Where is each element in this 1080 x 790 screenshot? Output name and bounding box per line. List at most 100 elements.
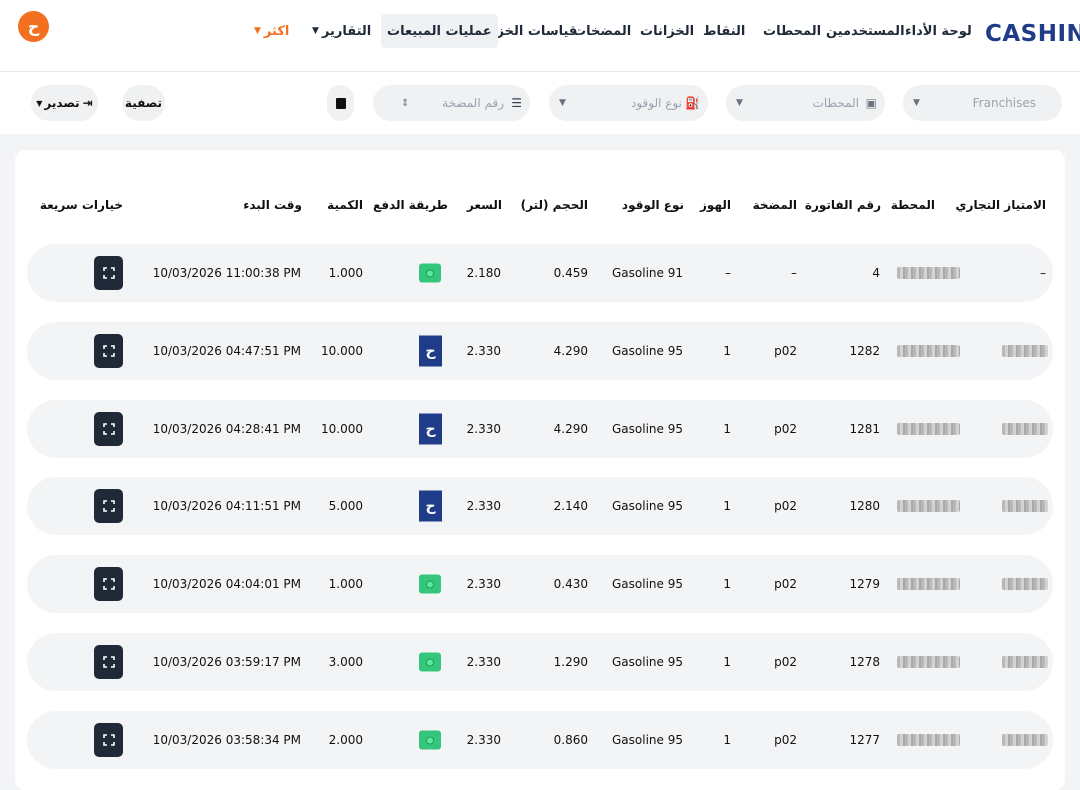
expand-icon — [102, 423, 115, 435]
expand-icon — [102, 656, 115, 668]
cash-payment-icon — [419, 730, 441, 750]
header-station: المحطة — [890, 198, 935, 212]
cell-fuel-type: Gasoline 91 — [612, 266, 683, 280]
expand-icon — [102, 578, 115, 590]
cell-price: 2.330 — [466, 499, 501, 513]
cell-fuel-type: Gasoline 95 — [612, 655, 683, 669]
cell-franchise: – — [1040, 266, 1046, 280]
export-button-label: تصدير — [44, 96, 80, 110]
chevron-down-icon: ▼ — [736, 98, 743, 108]
cell-volume: 0.860 — [553, 733, 588, 747]
cashin-payment-icon: ح — [419, 335, 442, 367]
cell-pump: p02 — [774, 577, 797, 591]
nav-sales-operations[interactable]: عمليات المبيعات — [381, 14, 498, 48]
chevron-down-icon: ▼ — [559, 98, 566, 108]
cell-start-time: 10/03/2026 04:28:41 PM — [152, 422, 301, 436]
cell-quantity: 1.000 — [328, 266, 363, 280]
cell-franchise-redacted — [1002, 500, 1048, 512]
quick-options-button[interactable] — [94, 645, 123, 679]
quick-options-button[interactable] — [94, 489, 123, 523]
top-navigation: CASHIN لوحة الأداء المستخدمين المحطات ال… — [0, 0, 1080, 72]
cell-hose: 1 — [723, 422, 731, 436]
header-hose: الهوز — [700, 198, 731, 212]
cell-price: 2.330 — [466, 733, 501, 747]
quick-options-button[interactable] — [94, 567, 123, 601]
quick-options-button[interactable] — [94, 723, 123, 757]
cell-quantity: 1.000 — [328, 577, 363, 591]
cell-invoice: 4 — [872, 266, 880, 280]
cell-franchise-redacted — [1002, 734, 1048, 746]
quick-options-button[interactable] — [94, 412, 123, 446]
cell-station-redacted — [897, 267, 960, 279]
nav-reports-label: التقارير — [321, 23, 372, 39]
cash-payment-icon — [419, 652, 441, 672]
cell-quantity: 10.000 — [321, 422, 363, 436]
cell-fuel-type: Gasoline 95 — [612, 344, 683, 358]
cell-station-redacted — [897, 423, 960, 435]
cell-quantity: 10.000 — [321, 344, 363, 358]
cell-fuel-type: Gasoline 95 — [612, 422, 683, 436]
export-button[interactable]: ▼ تصدير ⇥ — [31, 85, 98, 121]
cell-price: 2.180 — [466, 266, 501, 280]
cell-station-redacted — [897, 578, 960, 590]
cell-start-time: 10/03/2026 04:11:51 PM — [152, 499, 301, 513]
cell-volume: 2.140 — [553, 499, 588, 513]
cell-hose: 1 — [723, 733, 731, 747]
nav-pumps[interactable]: المضخات — [573, 14, 631, 48]
nav-more[interactable]: ▼ اكثر — [254, 14, 289, 48]
quick-options-button[interactable] — [94, 334, 123, 368]
pump-number-input[interactable]: ⇕ رقم المضخة ☰ — [373, 85, 530, 121]
header-price: السعر — [466, 198, 502, 212]
cell-volume: 4.290 — [553, 422, 588, 436]
cashin-logo[interactable]: CASHIN — [985, 21, 1080, 47]
header-franchise: الامتياز التجاري — [955, 198, 1046, 212]
nav-reports[interactable]: ▼ التقارير — [312, 14, 371, 48]
cell-volume: 4.290 — [553, 344, 588, 358]
calendar-icon — [335, 97, 346, 109]
quick-options-button[interactable] — [94, 256, 123, 290]
cell-hose: 1 — [723, 655, 731, 669]
expand-icon — [102, 345, 115, 357]
nav-points[interactable]: النقاط — [703, 14, 745, 48]
expand-icon — [102, 267, 115, 279]
cell-volume: 0.459 — [553, 266, 588, 280]
fuel-type-select-label: نوع الوقود — [631, 96, 682, 110]
cash-payment-icon — [419, 263, 441, 283]
nav-dashboard[interactable]: لوحة الأداء — [905, 14, 972, 48]
header-invoice: رقم الفاتورة — [804, 198, 881, 212]
cash-payment-icon — [419, 574, 441, 594]
nav-tanks[interactable]: الخزانات — [640, 14, 694, 48]
cell-pump: p02 — [774, 499, 797, 513]
header-fuel-type: نوع الوقود — [621, 198, 684, 212]
date-picker-button[interactable] — [327, 85, 354, 121]
cell-hose: – — [725, 266, 731, 280]
cell-station-redacted — [897, 500, 960, 512]
stations-select-label: المحطات — [812, 96, 859, 110]
fuel-pump-icon: ⛽ — [685, 96, 700, 110]
cell-invoice: 1282 — [849, 344, 880, 358]
franchises-select[interactable]: ▼ Franchises — [903, 85, 1062, 121]
stations-select[interactable]: ▼ المحطات ▣ — [726, 85, 885, 121]
nav-stations[interactable]: المحطات — [763, 14, 821, 48]
cell-price: 2.330 — [466, 577, 501, 591]
cell-pump: – — [791, 266, 797, 280]
nav-users[interactable]: المستخدمين — [826, 14, 905, 48]
cell-price: 2.330 — [466, 344, 501, 358]
chevron-down-icon: ▼ — [36, 98, 43, 108]
avatar-letter: ح — [27, 17, 40, 36]
header-quick-options: خيارات سريعة — [39, 198, 123, 212]
cell-station-redacted — [897, 345, 960, 357]
filter-button[interactable]: تصفية — [122, 85, 165, 121]
fuel-type-select[interactable]: ▼ نوع الوقود ⛽ — [549, 85, 708, 121]
franchises-select-label: Franchises — [972, 96, 1036, 110]
cell-franchise-redacted — [1002, 578, 1048, 590]
cell-start-time: 10/03/2026 04:47:51 PM — [152, 344, 301, 358]
avatar[interactable]: ح — [18, 11, 49, 42]
cell-start-time: 10/03/2026 03:58:34 PM — [152, 733, 301, 747]
cell-pump: p02 — [774, 733, 797, 747]
header-quantity: الكمية — [327, 198, 363, 212]
cell-fuel-type: Gasoline 95 — [612, 577, 683, 591]
header-payment-method: طريقة الدفع — [373, 198, 448, 212]
cell-invoice: 1280 — [849, 499, 880, 513]
cell-invoice: 1281 — [849, 422, 880, 436]
